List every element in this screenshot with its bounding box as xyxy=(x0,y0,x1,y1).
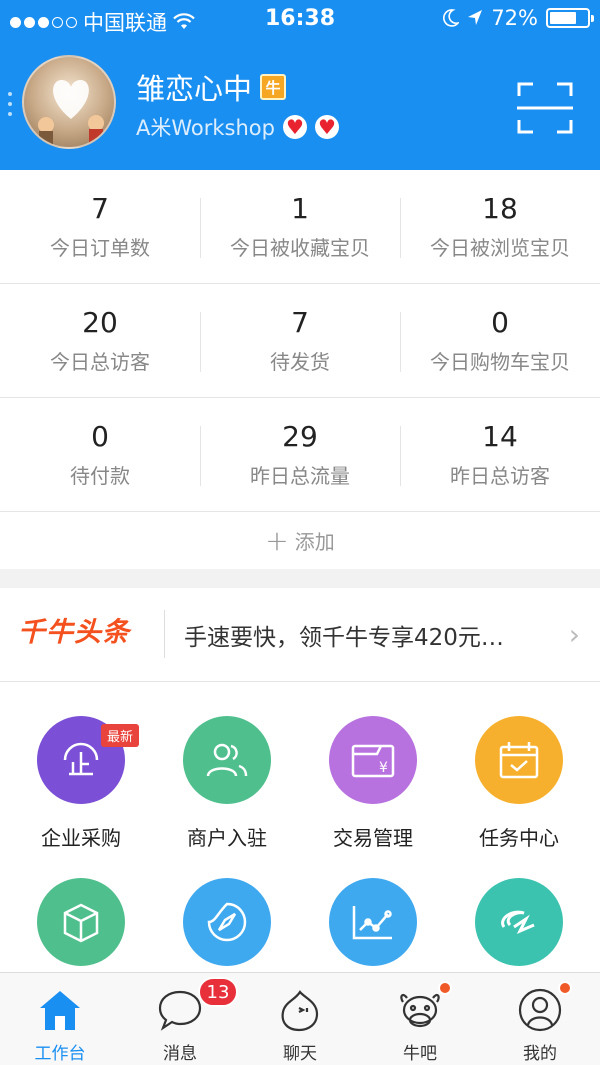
stat-value: 0 xyxy=(91,420,109,453)
app-label: 任务中心 xyxy=(479,826,559,850)
app-grid: 最新 企业采购 商户入驻 ¥ 交易管理 任务中心 xyxy=(0,682,600,972)
stats-row: 20 今日总访客 7 待发货 0 今日购物车宝贝 xyxy=(0,284,600,398)
app-label: 交易管理 xyxy=(333,826,413,850)
notification-dot xyxy=(558,981,572,995)
shop-name[interactable]: 雏恋心中 牛 xyxy=(136,66,287,108)
app-alibaba[interactable] xyxy=(446,878,592,966)
user-icon xyxy=(515,985,565,1035)
stat-to-pay[interactable]: 0 待付款 xyxy=(0,398,200,511)
heart-icon: ♥ xyxy=(282,115,307,139)
drag-handle-icon[interactable] xyxy=(8,92,12,116)
shop-subtitle-text: A米Workshop xyxy=(136,116,275,140)
stat-value: 0 xyxy=(491,306,509,339)
stat-visitors-yesterday[interactable]: 14 昨日总访客 xyxy=(400,398,600,511)
chat-icon xyxy=(275,985,325,1035)
seller-badge: 牛 xyxy=(260,74,287,100)
headline-banner[interactable]: 千牛头条 手速要快，领千牛专享420元… › xyxy=(0,588,600,682)
compass-icon xyxy=(183,878,271,966)
cow-icon xyxy=(395,985,445,1035)
add-label: 添加 xyxy=(294,530,335,554)
stat-label: 今日购物车宝贝 xyxy=(430,350,570,374)
tab-label: 聊天 xyxy=(283,1044,317,1064)
battery-icon xyxy=(546,8,594,28)
stat-label: 昨日总访客 xyxy=(450,464,550,488)
tab-label: 工作台 xyxy=(34,1044,86,1064)
divider xyxy=(164,610,165,658)
tab-label: 消息 xyxy=(163,1044,197,1064)
app-package[interactable] xyxy=(8,878,154,966)
plus-icon: + xyxy=(265,524,289,557)
tab-mine[interactable]: 我的 xyxy=(480,973,600,1065)
chart-icon xyxy=(329,878,417,966)
scan-icon[interactable] xyxy=(517,82,573,134)
alibaba-icon xyxy=(475,878,563,966)
stat-label: 待发货 xyxy=(270,350,330,374)
avatar[interactable] xyxy=(22,55,116,149)
stat-label: 今日被收藏宝贝 xyxy=(230,236,370,260)
stat-label: 昨日总流量 xyxy=(250,464,350,488)
app-task-center[interactable]: 任务中心 xyxy=(446,716,592,851)
status-bar: 中国联通 16:38 72% xyxy=(0,0,600,40)
app-label: 企业采购 xyxy=(41,826,121,850)
location-icon xyxy=(468,10,483,25)
headline-logo: 千牛头条 xyxy=(18,617,130,648)
merchants-icon xyxy=(183,716,271,804)
notification-dot xyxy=(438,981,452,995)
svg-text:¥: ¥ xyxy=(379,760,388,776)
task-icon xyxy=(475,716,563,804)
moon-icon xyxy=(443,9,460,27)
battery-percent: 72% xyxy=(491,6,538,30)
shop-name-text: 雏恋心中 xyxy=(136,72,253,106)
home-icon xyxy=(35,985,85,1035)
add-stat-button[interactable]: + 添加 xyxy=(0,512,600,569)
enterprise-icon: 最新 xyxy=(37,716,139,804)
heart-icon: ♥ xyxy=(314,115,339,139)
stat-label: 今日被浏览宝贝 xyxy=(430,236,570,260)
stat-cart-today[interactable]: 0 今日购物车宝贝 xyxy=(400,284,600,397)
tab-workbench[interactable]: 工作台 xyxy=(0,973,120,1065)
header: 中国联通 16:38 72% 雏恋心中 牛 A米Workshop ♥ ♥ xyxy=(0,0,600,170)
stats-panel: 7 今日订单数 1 今日被收藏宝贝 18 今日被浏览宝贝 20 今日总访客 7 … xyxy=(0,170,600,569)
stat-visitors-today[interactable]: 20 今日总访客 xyxy=(0,284,200,397)
stat-label: 今日总访客 xyxy=(50,350,150,374)
stat-viewed-today[interactable]: 18 今日被浏览宝贝 xyxy=(400,170,600,283)
stat-label: 待付款 xyxy=(70,464,130,488)
stat-value: 18 xyxy=(482,192,518,225)
headline-text: 手速要快，领千牛专享420元… xyxy=(184,625,504,651)
app-compass[interactable] xyxy=(154,878,300,966)
tab-messages[interactable]: 消息 13 xyxy=(120,973,240,1065)
tab-label: 我的 xyxy=(523,1044,557,1064)
stats-row: 0 待付款 29 昨日总流量 14 昨日总访客 xyxy=(0,398,600,512)
stat-traffic-yesterday[interactable]: 29 昨日总流量 xyxy=(200,398,400,511)
stat-value: 7 xyxy=(291,306,309,339)
tab-chat[interactable]: 聊天 xyxy=(240,973,360,1065)
app-analytics[interactable] xyxy=(300,878,446,966)
package-icon xyxy=(37,878,125,966)
app-enterprise-purchase[interactable]: 最新 企业采购 xyxy=(8,716,154,851)
stat-value: 14 xyxy=(482,420,518,453)
tab-bar: 工作台 消息 13 聊天 牛吧 我的 xyxy=(0,972,600,1065)
stat-label: 今日订单数 xyxy=(50,236,150,260)
stat-value: 29 xyxy=(282,420,318,453)
app-merchant-join[interactable]: 商户入驻 xyxy=(154,716,300,851)
unread-badge: 13 xyxy=(198,977,238,1007)
stat-orders-today[interactable]: 7 今日订单数 xyxy=(0,170,200,283)
app-trade-management[interactable]: ¥ 交易管理 xyxy=(300,716,446,851)
tab-niuba[interactable]: 牛吧 xyxy=(360,973,480,1065)
new-tag: 最新 xyxy=(100,724,139,747)
trade-icon: ¥ xyxy=(329,716,417,804)
stat-favorited-today[interactable]: 1 今日被收藏宝贝 xyxy=(200,170,400,283)
stat-value: 7 xyxy=(91,192,109,225)
tab-label: 牛吧 xyxy=(403,1044,437,1064)
stat-value: 20 xyxy=(82,306,118,339)
app-label: 商户入驻 xyxy=(187,826,267,850)
stats-row: 7 今日订单数 1 今日被收藏宝贝 18 今日被浏览宝贝 xyxy=(0,170,600,284)
shop-subtitle: A米Workshop ♥ ♥ xyxy=(136,112,339,142)
chevron-right-icon: › xyxy=(568,618,580,651)
stat-to-ship[interactable]: 7 待发货 xyxy=(200,284,400,397)
stat-value: 1 xyxy=(291,192,309,225)
